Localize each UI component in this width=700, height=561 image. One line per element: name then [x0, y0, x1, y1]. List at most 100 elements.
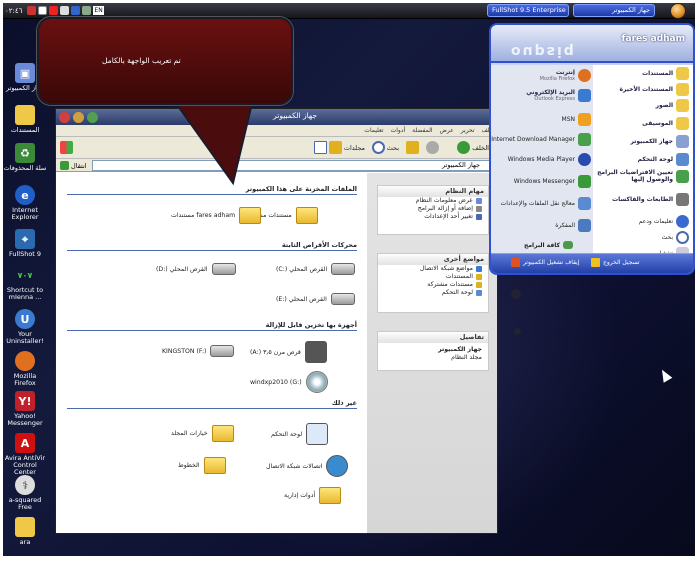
language-indicator[interactable]: EN — [93, 6, 104, 15]
maximize-icon[interactable] — [73, 111, 84, 123]
minimize-icon[interactable] — [87, 111, 98, 123]
start-place-default-programs[interactable]: تعيين الافتراضيات البرامج والوصول إليها — [597, 169, 689, 183]
item-drive-d[interactable]: القرص المحلي (:D) — [156, 263, 236, 275]
all-programs-button[interactable]: كافة البرامج — [524, 241, 573, 249]
network-places-icon — [476, 266, 482, 272]
start-item-media-player[interactable]: Windows Media Player — [508, 153, 591, 166]
asquared-icon: ⚕ — [15, 475, 35, 495]
item-admin-tools[interactable]: أدوات إدارية — [284, 487, 342, 504]
ie-icon: e — [15, 185, 35, 205]
desktop-icon-documents[interactable]: المستندات — [3, 105, 47, 134]
yahoo-icon: Y! — [15, 391, 35, 411]
start-place-computer[interactable]: جهاز الكمبيوتر — [630, 135, 689, 148]
other-places-box: مواضع أخرى مواضع شبكة الاتصال المستندات … — [377, 253, 489, 313]
item-floppy[interactable]: قرص مرن ٣٫٥ (:A) — [250, 341, 327, 363]
transfer-wizard-icon — [578, 197, 591, 210]
menu-help[interactable]: تعليمات — [364, 127, 383, 134]
system-tasks-box: مهام النظام عرض معلومات النظام إضافة أو … — [377, 185, 489, 235]
system-tasks-title[interactable]: مهام النظام — [378, 186, 488, 197]
menu-tools[interactable]: أدوات — [391, 127, 406, 134]
start-item-messenger[interactable]: Windows Messenger — [514, 175, 591, 188]
task-view-system-info[interactable]: عرض معلومات النظام — [378, 197, 488, 205]
start-place-pictures[interactable]: الصور — [656, 99, 689, 112]
address-field[interactable]: جهاز الكمبيوتر — [92, 160, 493, 171]
search-icon — [371, 141, 385, 154]
start-place-help[interactable]: تعليمات ودعم — [639, 215, 689, 228]
start-item-idm[interactable]: Internet Download Manager — [491, 133, 591, 146]
item-drive-c[interactable]: القرص المحلي (:C) — [276, 263, 356, 275]
back-button[interactable]: الخلف — [457, 141, 489, 154]
hard-drive-icon — [331, 263, 356, 275]
window-titlebar[interactable]: جهاز الكمبيوتر — [56, 109, 497, 125]
taskbar-button-my-computer[interactable]: جهاز الكمبيوتر — [573, 4, 655, 17]
place-control-panel[interactable]: لوحة التحكم — [378, 289, 488, 297]
network-icon[interactable] — [71, 6, 81, 15]
folders-button[interactable]: مجلدات — [328, 141, 365, 154]
shutdown-button[interactable]: إيقاف تشغيل الكمبيوتر — [511, 258, 579, 267]
other-places-title[interactable]: مواضع أخرى — [378, 254, 488, 265]
views-button[interactable] — [314, 141, 327, 154]
task-change-setting[interactable]: تغيير أحد الإعدادات — [378, 213, 488, 221]
start-place-printers[interactable]: الطابعات والفاكسات — [612, 193, 689, 206]
task-add-remove-programs[interactable]: إضافة أو إزالة البرامج — [378, 205, 488, 213]
item-network-connections[interactable]: اتصالات شبكة الاتصال — [266, 455, 349, 477]
desktop-icon-recycle-bin[interactable]: ♻ سلة المحذوفات — [3, 143, 47, 172]
start-item-msn[interactable]: MSN — [562, 113, 591, 126]
music-icon — [676, 117, 689, 130]
desktop-icon-yahoo[interactable]: Y! Yahoo! Messenger — [3, 391, 47, 427]
item-folder-options[interactable]: خيارات المجلد — [171, 425, 234, 442]
group-removable: أجهزة بها تخزين قابل للإزالة — [67, 321, 357, 331]
details-title[interactable]: تفاصيل — [378, 332, 488, 343]
start-item-firefox[interactable]: إنترنت Mozilla Firefox — [540, 69, 591, 82]
clock[interactable]: ٠٢:٤٦ — [5, 7, 22, 15]
place-documents[interactable]: المستندات — [378, 273, 488, 281]
forward-button[interactable] — [426, 141, 439, 154]
place-network[interactable]: مواضع شبكة الاتصال — [378, 265, 488, 273]
system-tray: ٠٢:٤٦ EN — [5, 4, 104, 17]
start-item-transfer-wizard[interactable]: معالج نقل الملفات والإعدادات — [501, 197, 591, 210]
group-hard-drives: محركات الأقراص الثابتة — [67, 241, 357, 251]
tray-app-icon[interactable] — [38, 6, 48, 15]
taskbar-button-fullshot[interactable]: FullShot 9.5 Enterprise — [487, 4, 569, 17]
desktop-icon-firefox[interactable]: Mozilla Firefox — [3, 351, 47, 387]
start-place-music[interactable]: الموسيقى — [642, 117, 689, 130]
desktop-icon-ara[interactable]: ara — [3, 517, 47, 546]
desktop-icon-fullshot[interactable]: ⌖ FullShot 9 — [3, 229, 47, 258]
place-shared-documents[interactable]: مستندات مشتركة — [378, 281, 488, 289]
desktop-icon-avira[interactable]: A Avira AntiVir Control Center — [3, 433, 47, 476]
item-fonts[interactable]: الخطوط — [178, 457, 226, 474]
start-button[interactable] — [670, 3, 686, 19]
close-icon[interactable] — [59, 111, 70, 123]
start-menu-places: المستندات المستندات الأخيرة الصور الموسي… — [593, 65, 693, 260]
search-button[interactable]: بحث — [371, 141, 399, 154]
item-drive-e[interactable]: القرص المحلي (:E) — [276, 293, 355, 305]
item-usb-kingston[interactable]: KINGSTON (F:) — [162, 345, 235, 357]
tray-misc-icon[interactable] — [82, 6, 92, 15]
desktop-icon-shortcut[interactable]: ٧٠٧ Shortcut to mIenna ... — [3, 265, 47, 301]
menu-edit[interactable]: تحرير — [461, 127, 475, 134]
start-item-outlook[interactable]: البريد الإلكتروني Outlook Express — [526, 89, 591, 102]
start-place-control-panel[interactable]: لوحة التحكم — [638, 153, 689, 166]
start-place-documents[interactable]: المستندات — [642, 67, 689, 80]
antivirus-tray-icon[interactable] — [27, 6, 37, 15]
up-button[interactable] — [406, 141, 419, 154]
logoff-button[interactable]: تسجيل الخروج — [591, 258, 640, 267]
desktop-icon-asquared[interactable]: ⚕ a-squared Free — [3, 475, 47, 511]
desktop-icon-ie[interactable]: e Internet Explorer — [3, 185, 47, 221]
recent-documents-icon — [676, 83, 689, 96]
go-button[interactable]: انتقال — [60, 160, 87, 171]
desktop-icon-uninstaller[interactable]: U Your Uninstaller! — [3, 309, 47, 345]
shortcut-icon: ٧٠٧ — [17, 270, 33, 280]
fonts-folder-icon — [203, 457, 226, 474]
menu-view[interactable]: عرض — [440, 127, 454, 134]
item-user-documents[interactable]: fares adham مستندات — [171, 207, 262, 224]
item-dvd-drive[interactable]: windxp2010 (G:) — [250, 371, 328, 393]
start-place-search[interactable]: بحث — [662, 231, 689, 244]
tray-shield-icon[interactable] — [49, 6, 59, 15]
menu-favorites[interactable]: المفضلة — [412, 127, 432, 134]
start-item-notepad[interactable]: المفكرة — [555, 219, 591, 232]
start-place-recent[interactable]: المستندات الأخيرة — [619, 83, 689, 96]
volume-icon[interactable] — [60, 6, 70, 15]
msn-icon — [578, 113, 591, 126]
item-control-panel[interactable]: لوحة التحكم — [271, 423, 329, 445]
